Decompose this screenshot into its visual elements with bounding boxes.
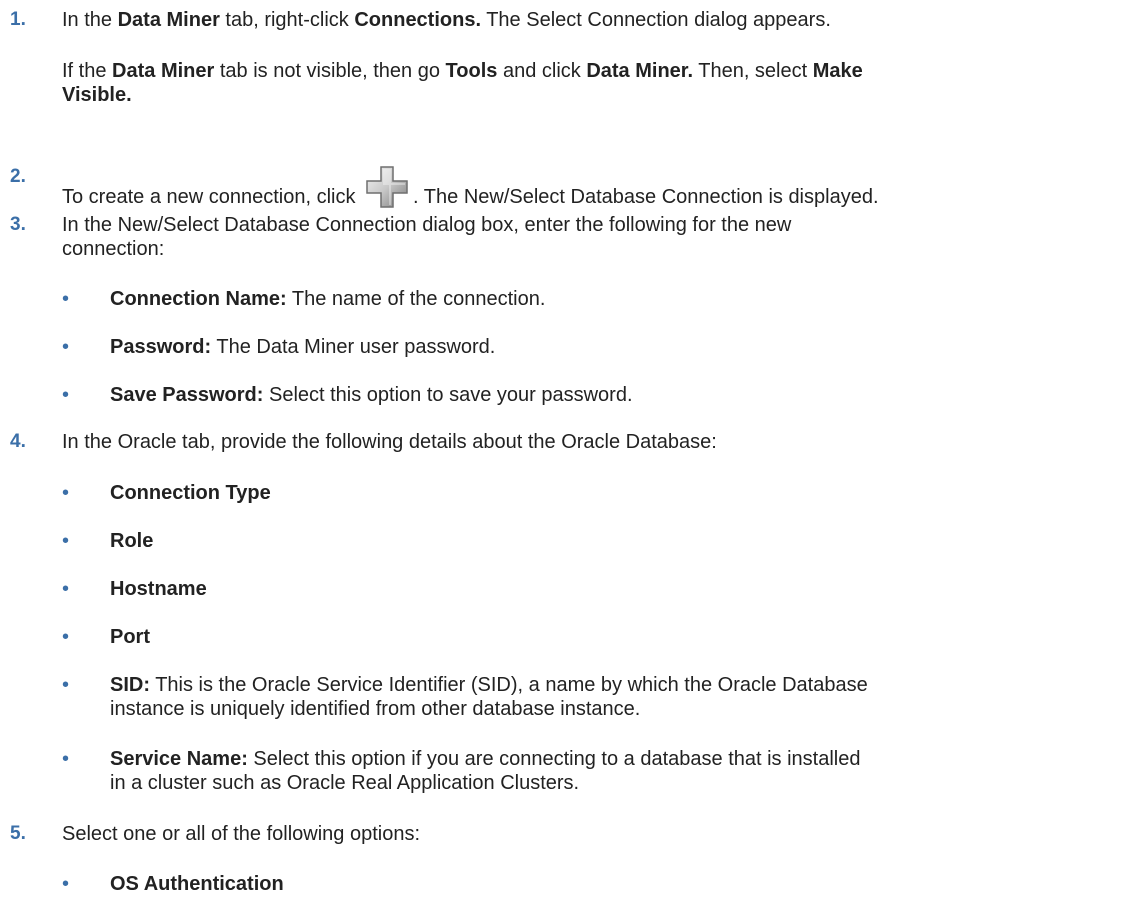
text-run: The Select Connection dialog appears.: [481, 9, 831, 31]
step-number: 5.: [10, 823, 26, 844]
text-run: tab is not visible, then go: [214, 60, 446, 82]
bold-term: Connections.: [354, 9, 482, 31]
text-run: tab, right-click: [219, 9, 355, 31]
bullet-icon: •: [62, 482, 70, 504]
step-number: 1.: [10, 9, 26, 30]
text-run: This is the Oracle Service Identifier (S…: [150, 674, 868, 696]
step-text: In the Data Miner tab, right-click Conne…: [62, 8, 1142, 32]
bold-term: Make: [812, 60, 863, 82]
bullet-icon: •: [62, 626, 70, 648]
bold-term: OS Authentication: [110, 873, 284, 895]
text-run: . The New/Select Database Connection is …: [413, 186, 879, 208]
bold-term: Connection Name:: [110, 288, 287, 310]
list-item-text: Save Password: Select this option to sav…: [110, 383, 1132, 407]
step-text: To create a new connection, click . The …: [62, 165, 1142, 209]
bold-term: Role: [110, 530, 154, 552]
bold-term: Connection Type: [110, 482, 271, 504]
bullet-icon: •: [62, 530, 70, 552]
bold-term: Data Miner.: [586, 60, 694, 82]
list-item-text: Service Name: Select this option if you …: [110, 747, 1132, 795]
bold-term: Port: [110, 626, 150, 648]
bullet-icon: •: [62, 384, 70, 406]
bold-term: Service Name:: [110, 748, 248, 770]
text-run: The Data Miner user password.: [211, 336, 496, 358]
bold-term: Visible.: [62, 84, 132, 106]
text-run: The name of the connection.: [286, 288, 546, 310]
bold-term: SID:: [110, 674, 150, 696]
step-number: 4.: [10, 431, 26, 452]
text-run: Then, select: [693, 60, 813, 82]
text-run: in a cluster such as Oracle Real Applica…: [110, 772, 580, 794]
bullet-icon: •: [62, 336, 70, 358]
bullet-icon: •: [62, 578, 70, 600]
list-item-text: Connection Name: The name of the connect…: [110, 287, 1132, 311]
list-item-text: Connection Type: [110, 481, 1132, 505]
list-item-text: SID: This is the Oracle Service Identifi…: [110, 673, 1132, 721]
bullet-icon: •: [62, 674, 70, 696]
bullet-icon: •: [62, 873, 70, 895]
list-item-text: Hostname: [110, 577, 1132, 601]
bold-term: Hostname: [110, 578, 207, 600]
bold-term: Password:: [110, 336, 212, 358]
text-run: Select this option if you are connecting…: [247, 748, 861, 770]
text-run: connection:: [62, 238, 165, 260]
step-number: 3.: [10, 214, 26, 235]
list-item-text: OS Authentication: [110, 872, 1132, 896]
step-number: 2.: [10, 166, 26, 187]
text-run: Select this option to save your password…: [263, 384, 633, 406]
step-text: In the Oracle tab, provide the following…: [62, 431, 717, 453]
bullet-icon: •: [62, 748, 70, 770]
list-item-text: Role: [110, 529, 1132, 553]
bold-term: Tools: [445, 60, 498, 82]
step-text: In the New/Select Database Connection di…: [62, 213, 1142, 261]
step-1-note: If the Data Miner tab is not visible, th…: [62, 59, 1142, 107]
text-run: If the: [62, 60, 113, 82]
plus-cross-icon: [365, 165, 409, 209]
bold-term: Save Password:: [110, 384, 264, 406]
bullet-icon: •: [62, 288, 70, 310]
text-run: In the New/Select Database Connection di…: [62, 214, 792, 236]
text-run: and click: [497, 60, 587, 82]
step-text: Select one or all of the following optio…: [62, 823, 420, 845]
text-run: To create a new connection, click: [62, 186, 362, 208]
bold-term: Data Miner: [117, 9, 220, 31]
list-item-text: Port: [110, 625, 1132, 649]
bold-term: Data Miner: [112, 60, 215, 82]
text-run: instance is uniquely identified from oth…: [110, 698, 641, 720]
list-item-text: Password: The Data Miner user password.: [110, 335, 1132, 359]
text-run: In the: [62, 9, 118, 31]
document: 1. In the Data Miner tab, right-click Co…: [0, 0, 1144, 913]
